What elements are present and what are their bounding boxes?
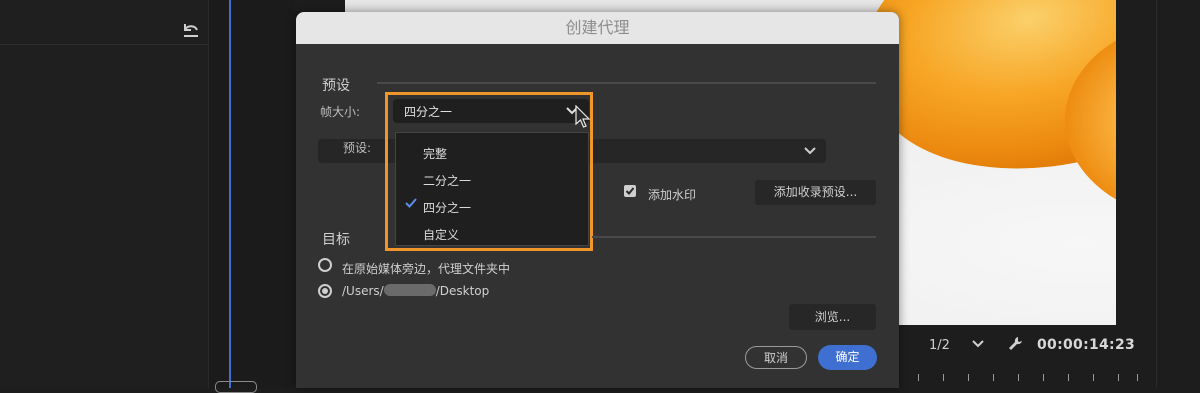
frame-size-label: 帧大小: [320,105,361,119]
radio-label-beside-media: 在原始媒体旁边，代理文件夹中 [342,262,511,276]
undo-icon[interactable] [181,21,201,39]
checkmark-icon [405,198,417,208]
playhead[interactable] [229,0,231,388]
time-ruler [915,374,1140,384]
radio-path-desktop[interactable] [318,284,332,298]
preset-section-title: 预设 [322,78,350,94]
chevron-down-icon[interactable] [971,337,985,351]
frame-size-select[interactable]: 四分之一 [393,99,589,123]
timeline-strip [208,0,295,388]
cancel-button[interactable]: 取消 [745,346,807,369]
add-ingest-preset-button[interactable]: 添加收录预设... [755,180,876,205]
playhead-timecode[interactable]: 00:00:14:23 [1037,337,1135,353]
checkmark-icon [625,187,635,195]
dialog-title: 创建代理 [296,12,899,44]
watermark-label: 添加水印 [648,188,697,202]
browse-button[interactable]: 浏览... [789,304,876,330]
section-divider [377,82,876,84]
chevron-down-icon [804,147,816,155]
target-path: /Users/ /Desktop [342,284,489,298]
path-suffix: /Desktop [435,284,490,298]
path-prefix: /Users/ [342,284,384,298]
section-divider [592,236,876,238]
panel-divider [0,44,208,45]
watermark-checkbox[interactable] [624,185,636,197]
dropdown-option-half[interactable]: 二分之一 [423,172,471,189]
frame-size-dropdown: 完整 二分之一 四分之一 自定义 [395,132,589,246]
dropdown-option-quarter[interactable]: 四分之一 [423,199,471,216]
radio-beside-original-media[interactable] [318,258,332,272]
project-panel [0,0,208,388]
dropdown-option-custom[interactable]: 自定义 [423,226,459,243]
wrench-icon[interactable] [1008,336,1024,352]
ok-button[interactable]: 确定 [818,345,877,370]
dropdown-option-full[interactable]: 完整 [423,145,447,162]
target-section-title: 目标 [322,232,350,248]
resolution-select[interactable]: 1/2 [929,338,950,353]
timeline-scroll-handle[interactable] [215,381,257,393]
preset-label: 预设: [343,141,372,155]
redacted-username [383,284,436,296]
mouse-cursor-icon [575,105,591,128]
frame-size-value: 四分之一 [404,105,453,119]
